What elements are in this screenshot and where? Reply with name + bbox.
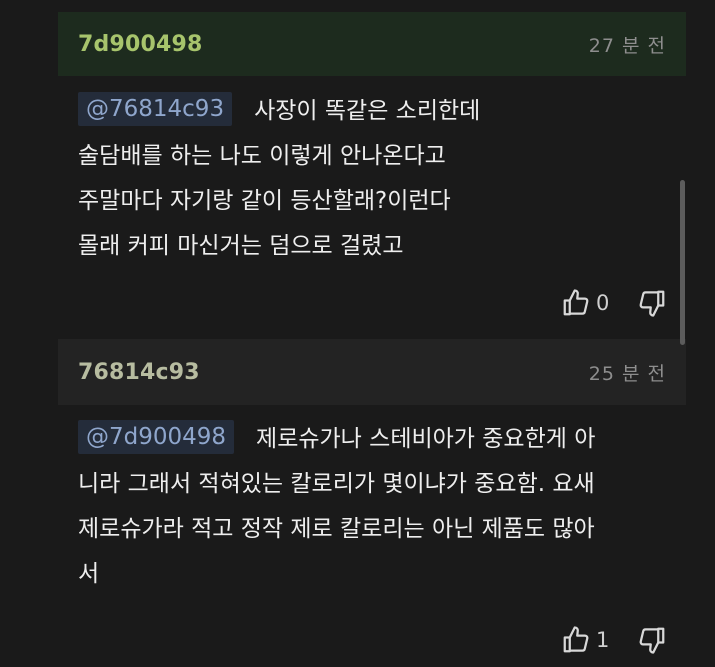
comment-text: 제로슈가나 스테비아가 중요한게 아 [256, 426, 596, 452]
comment-timestamp: 25 분 전 [588, 362, 666, 385]
mention-tag[interactable]: @76814c93 [78, 92, 233, 126]
reaction-bar: 1 [58, 613, 686, 667]
comment-line: 주말마다 자기랑 같이 등산할래?이런다 [78, 188, 451, 214]
comment-text: 사장이 똑같은 소리한데 [254, 98, 481, 124]
comment-line: 서 [78, 561, 100, 587]
comment-line: 제로슈가라 적고 정작 제로 칼로리는 아닌 제품도 많아 [78, 516, 595, 542]
like-count: 0 [596, 291, 610, 315]
reaction-bar: 0 [58, 273, 686, 333]
comment-body: @7d900498 제로슈가나 스테비아가 중요한게 아 니라 그래서 적혀있는 … [58, 405, 686, 597]
comment-body: @76814c93 사장이 똑같은 소리한데 술담배를 하는 나도 이렇게 안나온… [58, 76, 686, 269]
comment: 7d900498 27 분 전 @76814c93 사장이 똑같은 소리한데 술담… [58, 12, 686, 333]
thumbs-up-icon[interactable] [560, 624, 592, 656]
comment-username[interactable]: 76814c93 [78, 360, 200, 385]
like-count: 1 [596, 628, 610, 652]
thumbs-down-icon[interactable] [636, 624, 668, 656]
comment-header: 76814c93 25 분 전 [58, 339, 686, 405]
comment-timestamp: 27 분 전 [588, 34, 666, 57]
comment-line: 술담배를 하는 나도 이렇게 안나온다고 [78, 143, 446, 169]
comment-header: 7d900498 27 분 전 [58, 12, 686, 76]
comment: 76814c93 25 분 전 @7d900498 제로슈가나 스테비아가 중요한… [58, 339, 686, 667]
comment-line: @7d900498 제로슈가나 스테비아가 중요한게 아 [78, 417, 666, 462]
thumbs-up-icon[interactable] [560, 287, 592, 319]
comment-username[interactable]: 7d900498 [78, 32, 203, 57]
comment-line: 니라 그래서 적혀있는 칼로리가 몇이냐가 중요함. 요새 [78, 471, 595, 497]
comment-thread: 7d900498 27 분 전 @76814c93 사장이 똑같은 소리한데 술담… [58, 12, 686, 667]
comment-line: @76814c93 사장이 똑같은 소리한데 [78, 89, 666, 134]
thumbs-down-icon[interactable] [636, 287, 668, 319]
mention-tag[interactable]: @7d900498 [78, 420, 235, 454]
scrollbar-thumb[interactable] [680, 180, 685, 345]
comment-line: 몰래 커피 마신거는 덤으로 걸렸고 [78, 233, 404, 259]
